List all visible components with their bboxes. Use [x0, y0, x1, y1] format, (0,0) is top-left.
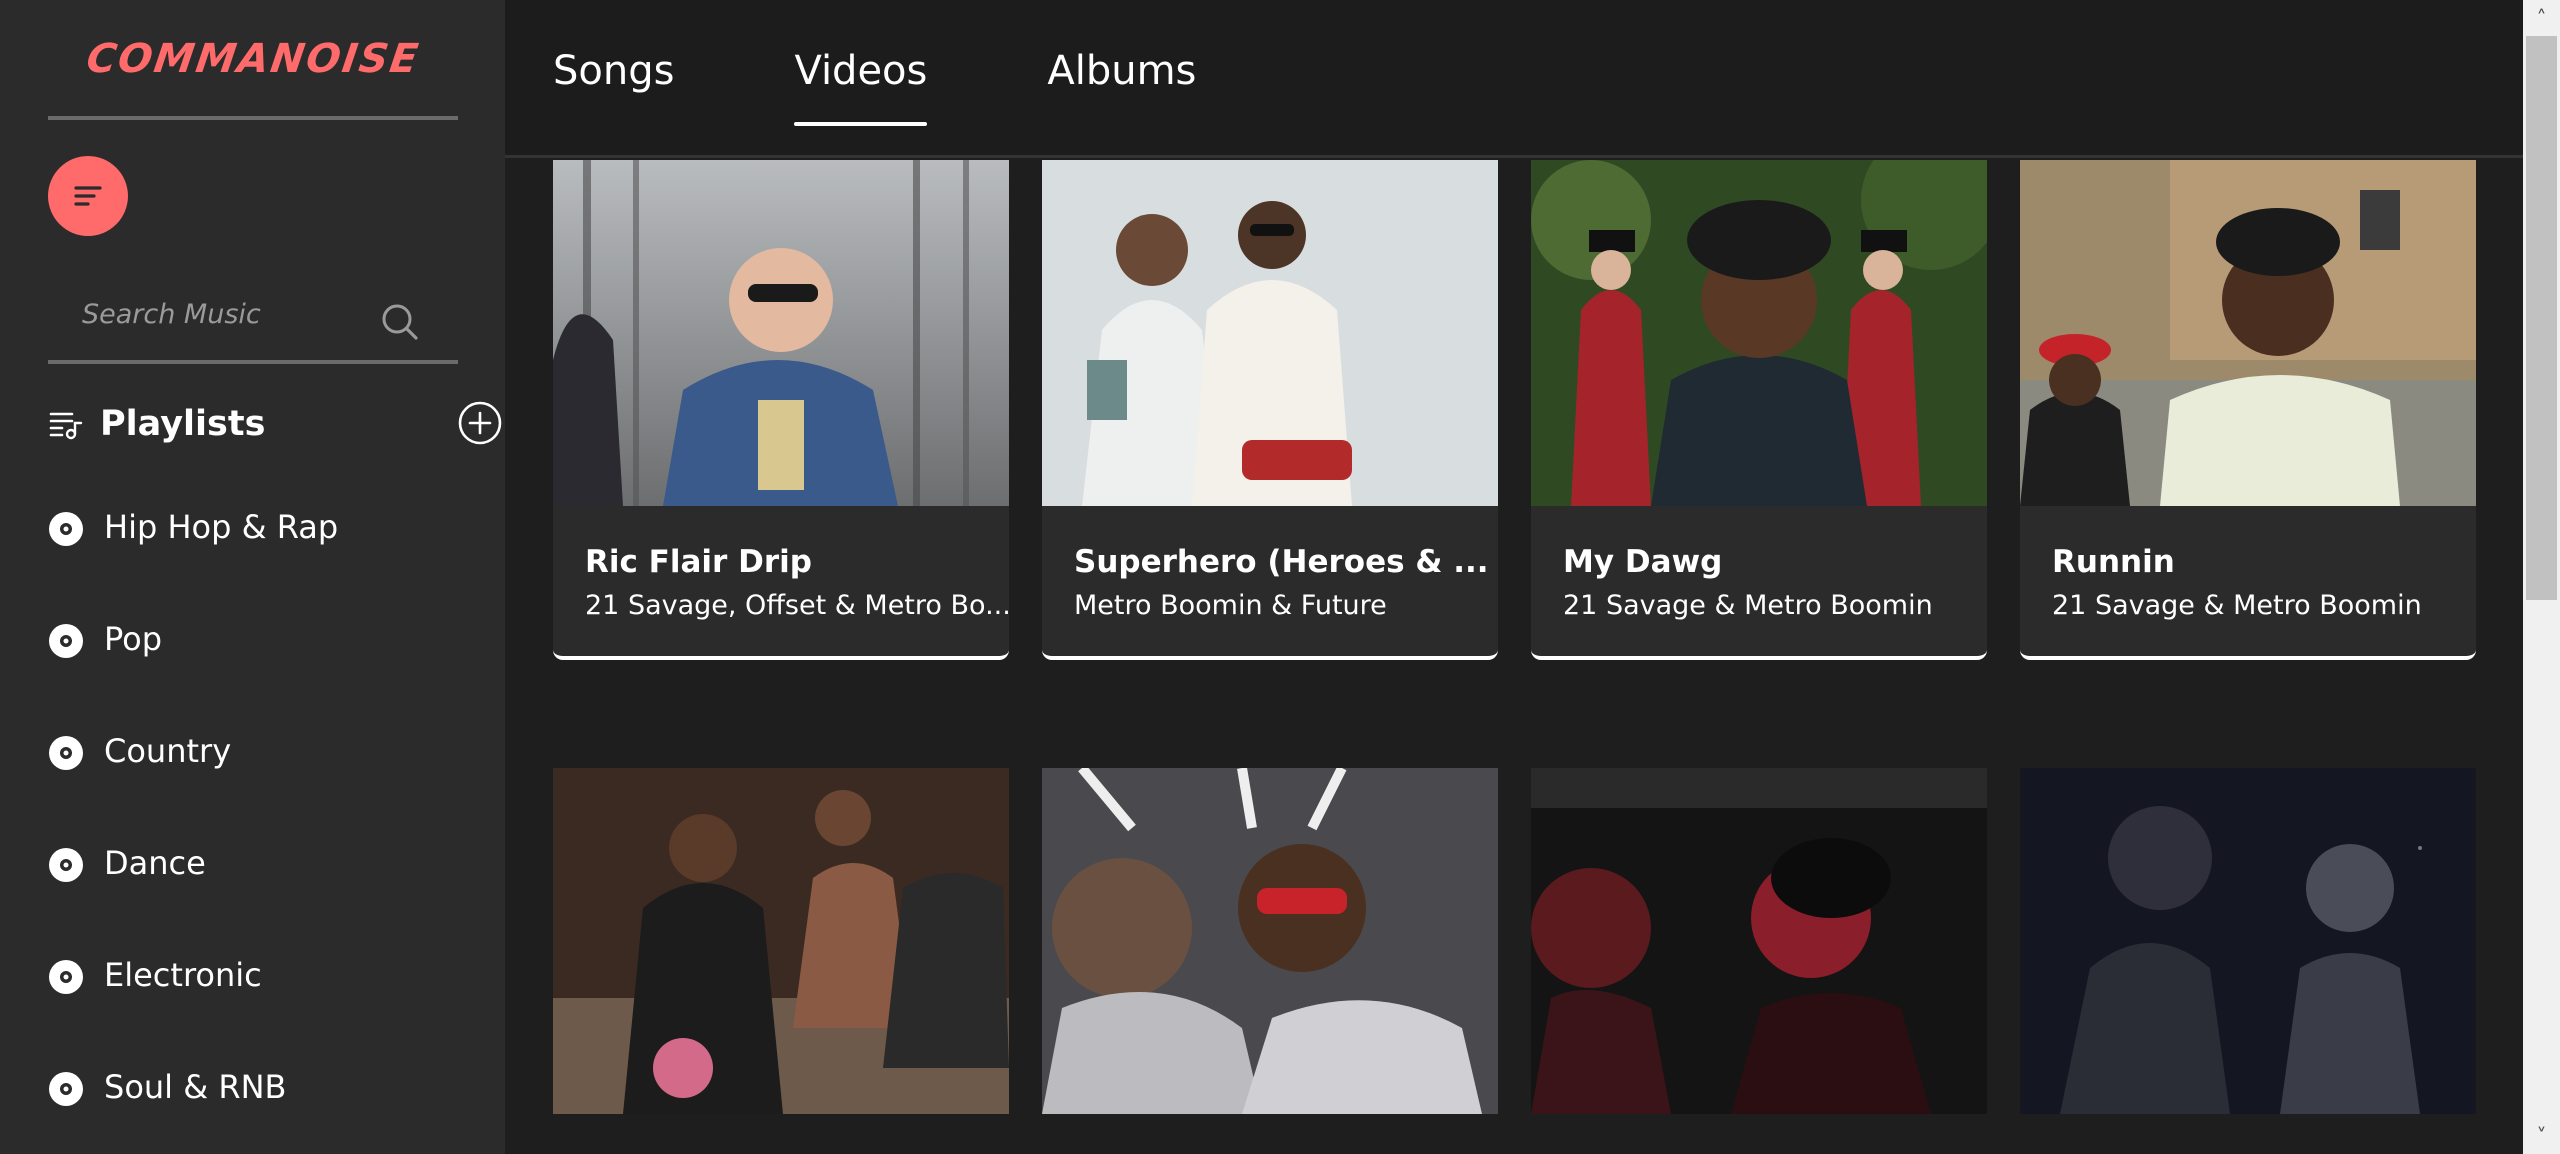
video-title: Runnin [2052, 544, 2175, 580]
playlist-music-icon [49, 412, 83, 440]
disc-icon [49, 736, 83, 770]
video-thumbnail[interactable] [2020, 768, 2476, 1114]
playlist-item-dance[interactable]: Dance [48, 844, 488, 956]
menu-lines-icon [74, 186, 102, 206]
disc-icon [49, 512, 83, 546]
main-content: Songs Videos Albums Ric Flair Drip 21 Sa… [505, 0, 2523, 1154]
scroll-down-icon[interactable]: ˅ [2523, 1118, 2560, 1154]
playlist-item-electronic[interactable]: Electronic [48, 956, 488, 1068]
playlist-item-pop[interactable]: Pop [48, 620, 488, 732]
video-thumbnail-image [1042, 768, 1498, 1114]
search-bar [48, 280, 458, 364]
video-card[interactable] [553, 768, 1009, 1114]
video-title: Superhero (Heroes & ... [1074, 544, 1489, 580]
search-input[interactable] [48, 280, 378, 348]
scroll-up-icon[interactable]: ˄ [2523, 0, 2560, 36]
video-artist: 21 Savage & Metro Boomin [1563, 590, 1933, 621]
scrollbar-thumb[interactable] [2526, 36, 2557, 600]
video-info: Runnin 21 Savage & Metro Boomin [2020, 506, 2476, 660]
add-circle-icon[interactable] [457, 400, 503, 446]
video-thumbnail-image [553, 768, 1009, 1114]
playlist-item-label: Pop [104, 620, 163, 658]
video-card[interactable] [2020, 768, 2476, 1114]
video-thumbnail[interactable] [1042, 160, 1498, 506]
search-icon[interactable] [378, 300, 422, 344]
video-card[interactable] [1531, 768, 1987, 1114]
video-thumbnail[interactable] [1531, 160, 1987, 506]
video-info: Ric Flair Drip 21 Savage, Offset & Metro… [553, 506, 1009, 660]
video-info: My Dawg 21 Savage & Metro Boomin [1531, 506, 1987, 660]
playlists-title: Playlists [100, 404, 266, 444]
playlist-item-soul-rnb[interactable]: Soul & RNB [48, 1068, 488, 1154]
video-title: My Dawg [1563, 544, 1723, 580]
video-artist: 21 Savage, Offset & Metro Bo... [585, 590, 1009, 621]
video-thumbnail-image [2020, 768, 2476, 1114]
video-thumbnail[interactable] [2020, 160, 2476, 506]
menu-button[interactable] [48, 156, 128, 236]
video-thumbnail-image [1042, 160, 1498, 506]
disc-icon [49, 1072, 83, 1106]
media-tabs: Songs Videos Albums [553, 48, 1316, 126]
playlist-item-hip-hop-rap[interactable]: Hip Hop & Rap [48, 508, 488, 620]
playlist-item-country[interactable]: Country [48, 732, 488, 844]
app-logo-text: COMMANOISE [83, 36, 423, 82]
disc-icon [49, 960, 83, 994]
sidebar: COMMANOISE Playlists [0, 0, 505, 1154]
video-card[interactable]: Ric Flair Drip 21 Savage, Offset & Metro… [553, 160, 1009, 660]
playlist-item-label: Soul & RNB [104, 1068, 287, 1106]
video-thumbnail[interactable] [553, 768, 1009, 1114]
video-thumbnail[interactable] [1042, 768, 1498, 1114]
disc-icon [49, 624, 83, 658]
playlists-header: Playlists [48, 396, 508, 452]
video-thumbnail-image [1531, 160, 1987, 506]
disc-icon [49, 848, 83, 882]
vertical-scrollbar[interactable]: ˄ ˅ [2523, 0, 2560, 1154]
tab-albums[interactable]: Albums [1047, 48, 1196, 126]
video-title: Ric Flair Drip [585, 544, 812, 580]
video-thumbnail-image [2020, 160, 2476, 506]
playlist-item-label: Country [104, 732, 232, 770]
video-card[interactable]: Runnin 21 Savage & Metro Boomin [2020, 160, 2476, 660]
playlist-item-label: Dance [104, 844, 206, 882]
video-info: Superhero (Heroes & ... Metro Boomin & F… [1042, 506, 1498, 660]
video-card[interactable] [1042, 768, 1498, 1114]
video-artist: Metro Boomin & Future [1074, 590, 1387, 621]
playlist-item-label: Hip Hop & Rap [104, 508, 339, 546]
video-artist: 21 Savage & Metro Boomin [2052, 590, 2422, 621]
video-thumbnail[interactable] [553, 160, 1009, 506]
tab-songs[interactable]: Songs [553, 48, 674, 126]
video-thumbnail-image [1531, 768, 1987, 1114]
playlist-item-label: Electronic [104, 956, 262, 994]
video-card[interactable]: Superhero (Heroes & ... Metro Boomin & F… [1042, 160, 1498, 660]
app-logo[interactable]: COMMANOISE [48, 30, 458, 120]
top-bar: Songs Videos Albums [505, 0, 2523, 158]
tab-videos[interactable]: Videos [794, 48, 927, 126]
playlist-list: Hip Hop & Rap Pop Country Dance Electron… [48, 508, 488, 1154]
video-thumbnail[interactable] [1531, 768, 1987, 1114]
video-card[interactable]: My Dawg 21 Savage & Metro Boomin [1531, 160, 1987, 660]
video-thumbnail-image [553, 160, 1009, 506]
